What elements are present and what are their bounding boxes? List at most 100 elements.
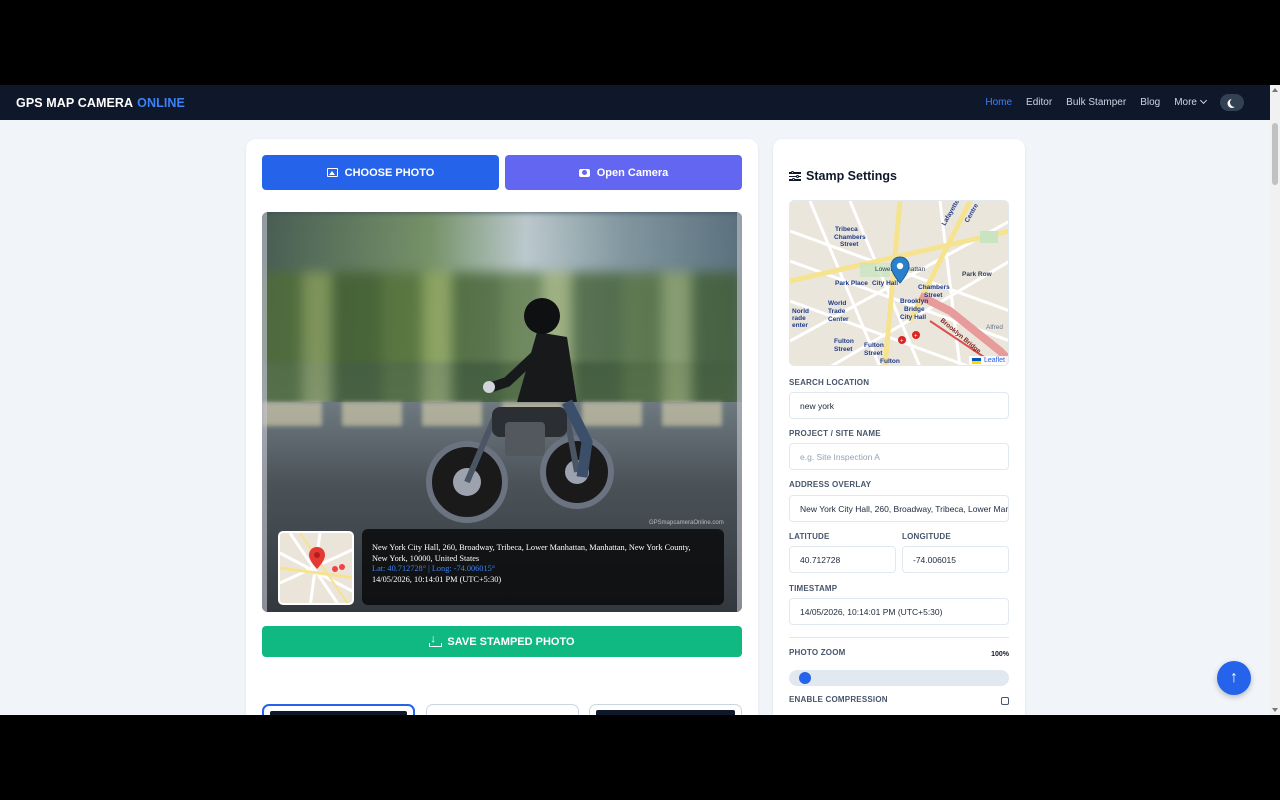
- nav-more-label: More: [1174, 97, 1197, 108]
- choose-photo-label: CHOOSE PHOTO: [344, 166, 435, 179]
- stamp-settings-title: Stamp Settings: [789, 169, 897, 183]
- svg-text:Fulton: Fulton: [834, 338, 854, 345]
- svg-text:Brooklyn: Brooklyn: [900, 298, 928, 305]
- nav-editor[interactable]: Editor: [1026, 97, 1052, 108]
- moon-icon: [1230, 98, 1239, 107]
- image-icon: [326, 168, 338, 177]
- app-viewport: GPS MAP CAMERA ONLINE Home Editor Bulk St…: [0, 85, 1280, 715]
- svg-text:Center: Center: [828, 316, 849, 323]
- open-camera-label: Open Camera: [596, 166, 669, 179]
- svg-text:Tribeca: Tribeca: [835, 226, 858, 233]
- latitude-label: LATITUDE: [789, 532, 830, 541]
- settings-divider: [789, 637, 1009, 638]
- stamped-photo-preview: GPSmapcameraOnline.com New York City Hal…: [262, 212, 742, 612]
- longitude-input[interactable]: -74.006015: [902, 546, 1009, 573]
- project-name-input[interactable]: e.g. Site Inspection A: [789, 443, 1009, 470]
- longitude-label: LONGITUDE: [902, 532, 951, 541]
- photo-edge-right: [737, 212, 742, 612]
- project-name-label: PROJECT / SITE NAME: [789, 429, 881, 438]
- brand-accent: ONLINE: [137, 95, 185, 110]
- page-scrollbar[interactable]: [1270, 85, 1280, 715]
- leaflet-label: Leaflet: [983, 357, 1005, 364]
- svg-text:City Hall: City Hall: [900, 314, 926, 321]
- photo-watermark: GPSmapcameraOnline.com: [649, 520, 724, 526]
- address-overlay-label: ADDRESS OVERLAY: [789, 480, 872, 489]
- arrow-up-icon: ↑: [1230, 669, 1238, 686]
- svg-text:rade: rade: [792, 315, 806, 322]
- save-label: SAVE STAMPED PHOTO: [447, 635, 575, 648]
- scroll-up-arrow-icon[interactable]: [1272, 88, 1278, 92]
- chevron-down-icon: [1199, 96, 1208, 105]
- template-option-3[interactable]: [589, 704, 742, 715]
- svg-text:Street: Street: [834, 346, 853, 353]
- search-location-label: SEARCH LOCATION: [789, 378, 870, 387]
- theme-toggle-button[interactable]: [1220, 94, 1244, 111]
- svg-text:Fulton: Fulton: [880, 358, 900, 365]
- svg-text:Chambers: Chambers: [918, 284, 950, 291]
- latitude-input[interactable]: 40.712728: [789, 546, 896, 573]
- stamp-map-graphic: [280, 533, 352, 603]
- svg-text:Street: Street: [840, 241, 859, 248]
- template-preview-3: [596, 710, 735, 715]
- photo-edge-left: [262, 212, 267, 612]
- sliders-icon: [789, 171, 801, 181]
- enable-compression-checkbox[interactable]: [1001, 697, 1009, 705]
- template-option-2[interactable]: [426, 704, 579, 715]
- stamp-coordinates: Lat: 40.712728° | Long: -74.006015°: [372, 564, 496, 573]
- motorcycle-rider-image: [426, 298, 614, 523]
- photo-zoom-value: 100%: [991, 651, 1009, 658]
- svg-text:enter: enter: [792, 322, 808, 329]
- template-selector: [262, 704, 742, 715]
- brand-name: GPS MAP CAMERA: [16, 95, 134, 110]
- stamp-mini-map: [278, 531, 354, 605]
- nav-links: Home Editor Bulk Stamper Blog More: [971, 85, 1244, 120]
- choose-photo-button[interactable]: CHOOSE PHOTO: [262, 155, 499, 190]
- template-preview-1: [270, 711, 407, 715]
- nav-blog[interactable]: Blog: [1140, 97, 1160, 108]
- location-map[interactable]: Tribeca Chambers Street Lower Manhattan P…: [789, 200, 1009, 366]
- photo-zoom-label: PHOTO ZOOM: [789, 648, 846, 657]
- scrollbar-thumb[interactable]: [1272, 123, 1278, 185]
- svg-text:Park Row: Park Row: [962, 271, 993, 278]
- camera-icon: [578, 168, 590, 177]
- enable-compression-label: ENABLE COMPRESSION: [789, 695, 888, 704]
- nav-bulk-stamper[interactable]: Bulk Stamper: [1066, 97, 1126, 108]
- search-location-input[interactable]: new york: [789, 392, 1009, 419]
- stamp-address-line-2: New York, 10000, United States: [372, 553, 480, 563]
- svg-text:City Hall: City Hall: [872, 280, 898, 287]
- svg-text:Trade: Trade: [828, 308, 846, 315]
- nav-home[interactable]: Home: [985, 97, 1012, 108]
- download-icon: [429, 633, 443, 647]
- svg-text:Bridge: Bridge: [904, 306, 925, 313]
- svg-text:World: World: [828, 300, 846, 307]
- timestamp-input[interactable]: 14/05/2026, 10:14:01 PM (UTC+5:30): [789, 598, 1009, 625]
- svg-text:Alfred: Alfred: [986, 324, 1003, 331]
- stamp-timestamp: 14/05/2026, 10:14:01 PM (UTC+5:30): [372, 574, 502, 584]
- stamp-info-panel: New York City Hall, 260, Broadway, Tribe…: [362, 529, 724, 605]
- open-camera-button[interactable]: Open Camera: [505, 155, 742, 190]
- brand-logo[interactable]: GPS MAP CAMERA ONLINE: [16, 96, 185, 110]
- navbar: GPS MAP CAMERA ONLINE Home Editor Bulk St…: [0, 85, 1270, 120]
- photo-zoom-slider[interactable]: [789, 670, 1009, 686]
- leaflet-attribution[interactable]: Leaflet: [968, 356, 1008, 365]
- scroll-to-top-button[interactable]: ↑: [1217, 661, 1251, 695]
- nav-more[interactable]: More: [1174, 96, 1208, 108]
- address-overlay-input[interactable]: New York City Hall, 260, Broadway, Tribe…: [789, 495, 1009, 522]
- scroll-down-arrow-icon[interactable]: [1272, 708, 1278, 712]
- stamp-address-line-1: New York City Hall, 260, Broadway, Tribe…: [372, 543, 691, 552]
- map-tiles: Tribeca ChambersStreet Lower Manhattan P…: [790, 201, 1008, 365]
- save-stamped-photo-button[interactable]: SAVE STAMPED PHOTO: [262, 626, 742, 657]
- timestamp-label: TIMESTAMP: [789, 584, 838, 593]
- template-option-1[interactable]: [262, 704, 415, 715]
- photo-zoom-slider-thumb[interactable]: [799, 672, 811, 684]
- svg-text:+: +: [900, 339, 904, 345]
- ukraine-flag-icon: [971, 357, 981, 364]
- svg-text:Fulton: Fulton: [864, 342, 884, 349]
- svg-text:Chambers: Chambers: [834, 234, 866, 241]
- gps-stamp-overlay: New York City Hall, 260, Broadway, Tribe…: [278, 529, 724, 606]
- svg-text:+: +: [914, 334, 918, 340]
- photo-card: CHOOSE PHOTO Open Camera GPSmapcameraOnl…: [246, 139, 758, 715]
- svg-text:Norld: Norld: [792, 308, 809, 315]
- stamp-settings-card: Stamp Settings Tribeca Chambers Street L…: [773, 139, 1025, 715]
- settings-title-text: Stamp Settings: [806, 169, 897, 183]
